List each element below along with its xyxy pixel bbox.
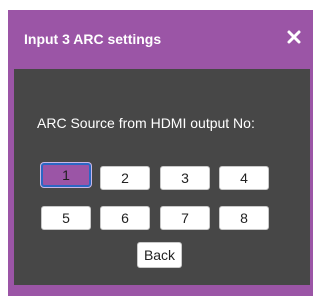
arc-settings-dialog: Input 3 ARC settings ARC Source from HDM… — [8, 10, 313, 296]
output-1-button[interactable]: 1 — [41, 163, 91, 187]
output-8-button[interactable]: 8 — [219, 206, 269, 230]
back-button[interactable]: Back — [137, 242, 182, 268]
output-7-button[interactable]: 7 — [160, 206, 210, 230]
output-4-button[interactable]: 4 — [219, 166, 269, 190]
close-button[interactable] — [285, 26, 303, 48]
dialog-title: Input 3 ARC settings — [24, 31, 162, 47]
output-5-button[interactable]: 5 — [41, 206, 91, 230]
output-2-button[interactable]: 2 — [100, 166, 150, 190]
arc-source-prompt: ARC Source from HDMI output No: — [37, 115, 255, 131]
output-6-button[interactable]: 6 — [100, 206, 150, 230]
output-3-button[interactable]: 3 — [160, 166, 210, 190]
dialog-body: ARC Source from HDMI output No: 1 2 3 4 … — [14, 69, 310, 285]
dialog-title-bar: Input 3 ARC settings — [8, 10, 313, 68]
close-icon — [287, 30, 301, 44]
